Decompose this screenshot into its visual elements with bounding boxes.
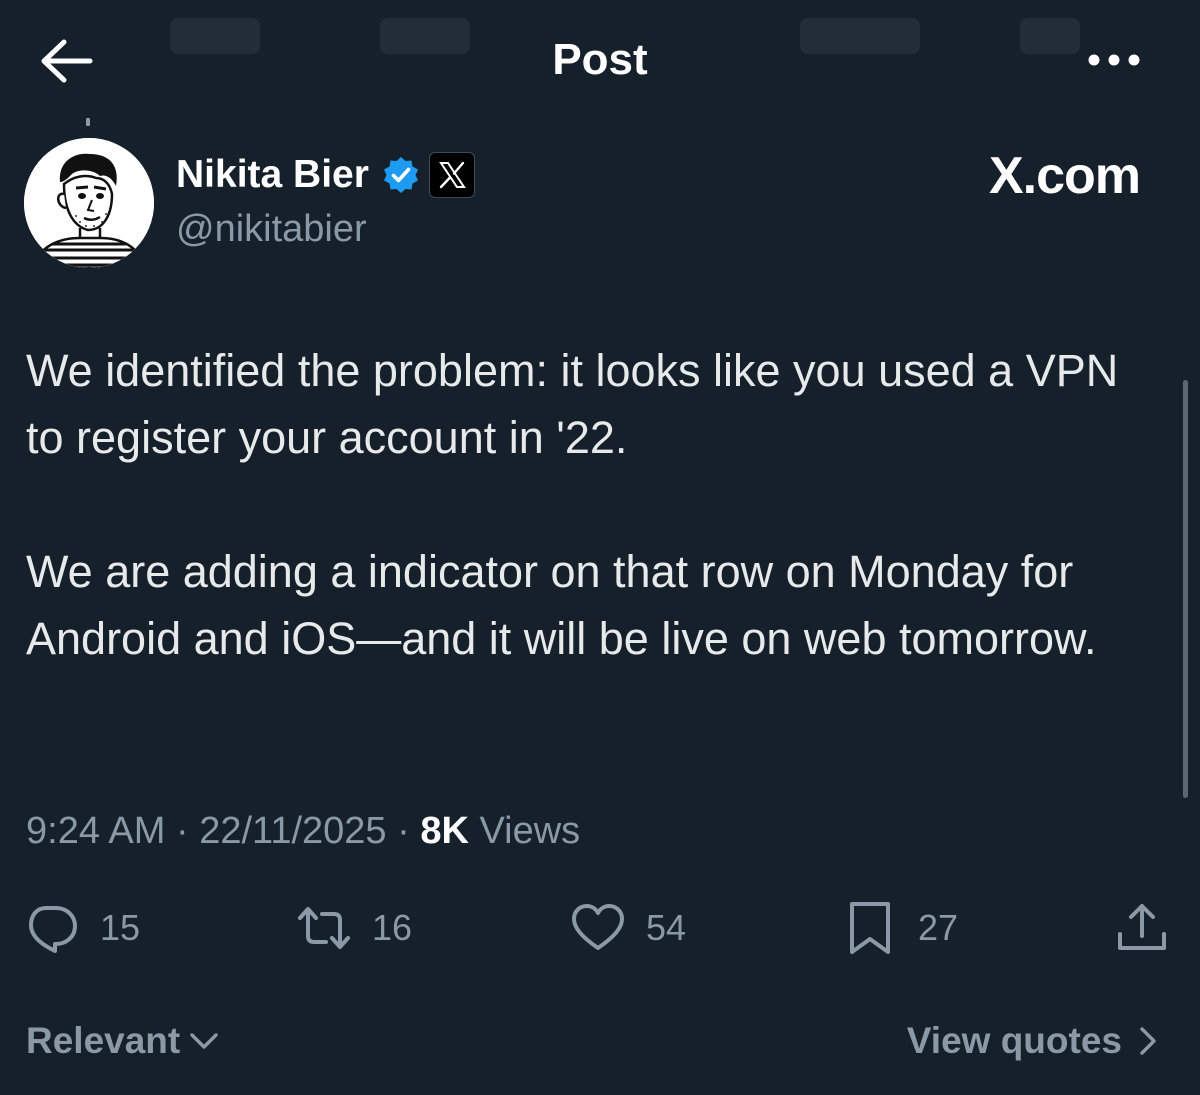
heart-icon [572,904,624,950]
post-paragraph: We identified the problem: it looks like… [26,345,1119,463]
repost-button[interactable]: 16 [296,900,412,956]
avatar[interactable] [24,138,154,268]
author-name[interactable]: Nikita Bier [176,153,369,197]
post-body: We identified the problem: it looks like… [26,337,1156,672]
sort-dropdown[interactable]: Relevant [26,1020,224,1062]
bookmark-count: 27 [918,907,959,948]
reply-button[interactable]: 15 [24,900,140,956]
post-date: 22/11/2025 [199,810,387,852]
thread-connector [86,118,90,126]
author-handle[interactable]: @nikitabier [176,208,367,251]
reply-count: 15 [100,907,141,948]
meta-separator: · [397,810,410,852]
view-quotes-label: View quotes [906,1020,1122,1061]
like-button[interactable]: 54 [570,900,686,956]
page-title: Post [552,35,648,84]
share-button[interactable] [1114,900,1170,956]
like-count: 54 [646,907,687,948]
post-paragraph: We are adding a indicator on that row on… [26,546,1097,664]
verified-badge-icon [383,157,418,193]
bookmark-icon [850,902,890,954]
watermark: X.com [988,147,1141,205]
sort-label: Relevant [26,1020,181,1061]
x-logo-icon[interactable] [428,152,475,198]
repost-count: 16 [372,907,413,948]
scrollbar[interactable] [1183,380,1188,798]
chevron-right-icon [1140,1027,1156,1055]
reply-icon [29,906,77,953]
views-count: 8K [420,810,469,852]
chevron-down-icon [190,1033,218,1049]
share-icon [1118,904,1166,950]
author-name-row: Nikita Bier [176,150,475,200]
repost-icon [298,907,350,949]
bookmark-button[interactable]: 27 [842,900,958,956]
meta-separator: · [175,810,189,852]
more-options-icon[interactable] [1086,48,1142,72]
post-time: 9:24 AM [26,810,166,852]
view-quotes-link[interactable]: View quotes [860,1020,1168,1062]
views-label: Views [479,810,581,852]
post-meta: 9:24 AM · 22/11/2025 · 8K Views [26,810,580,853]
